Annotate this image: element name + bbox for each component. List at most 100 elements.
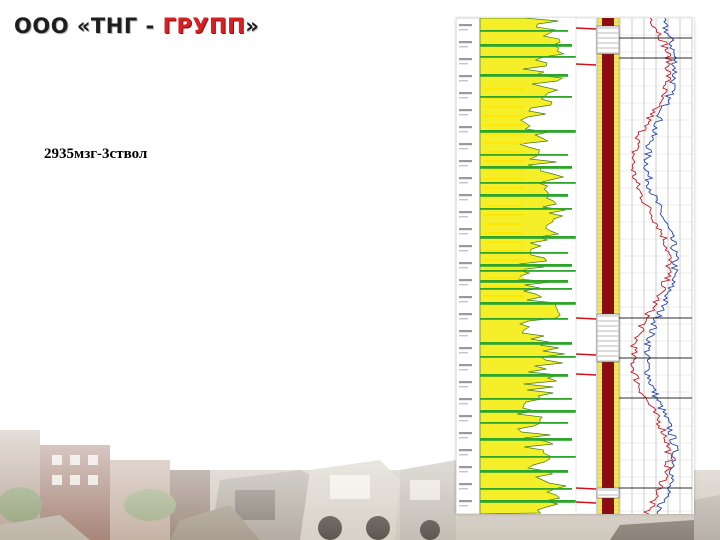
depth-mark [459,177,472,180]
depth-mark [459,250,468,252]
presentation-slide: ООО «ТНГ - ГРУПП » 2935мзг-3ствол [0,0,720,540]
reservoir-band [480,166,572,169]
reservoir-band [480,438,572,441]
lithology-stripe [484,160,524,162]
depth-mark [459,80,468,82]
depth-mark [459,92,472,95]
reservoir-band [480,30,568,32]
depth-mark [459,466,472,469]
casing-column [602,18,614,514]
depth-mark [459,165,468,167]
reservoir-band [480,96,572,98]
depth-mark [459,63,468,65]
lithology-stripe [484,142,524,144]
lithology-stripe [484,286,524,288]
reservoir-band [480,500,576,503]
lithology-stripe [484,124,524,126]
depth-mark [459,143,472,146]
depth-mark [459,75,472,78]
depth-mark [459,245,472,248]
curve-spike [575,501,597,504]
depth-mark [459,58,472,61]
depth-mark [459,420,468,422]
lithology-stripe [484,133,524,135]
lithology-stripe [484,232,524,234]
lithology-stripe [484,250,524,252]
reservoir-band [480,194,568,197]
well-log-graphic [456,18,693,514]
depth-mark [459,483,472,486]
curve-spike [575,487,597,490]
curve-track [575,18,597,514]
depth-mark [459,364,472,367]
reservoir-band [480,342,572,345]
curve-spike [575,373,597,376]
depth-mark [459,386,468,388]
depth-mark [459,301,468,303]
depth-mark [459,335,468,337]
depth-mark [459,182,468,184]
lithology-stripe [484,169,524,171]
reservoir-band [480,374,568,377]
depth-mark [459,194,472,197]
reservoir-band [480,280,568,283]
reservoir-band [480,208,572,210]
depth-mark [459,500,472,503]
depth-mark [459,449,472,452]
reservoir-band [480,410,576,413]
lithology-stripe [484,241,524,243]
depth-mark [459,415,472,418]
lithology-stripe [484,277,524,279]
depth-mark [459,403,468,405]
depth-mark [459,296,472,299]
depth-mark [459,369,468,371]
curve-spike [575,27,597,30]
logo-suffix: » [245,14,260,38]
reservoir-band [480,74,568,77]
lithology-stripe [484,88,524,90]
depth-mark [459,381,472,384]
lithology-stripe [484,223,524,225]
reservoir-band [480,456,576,458]
reservoir-band [480,264,572,267]
depth-mark [459,24,472,27]
depth-mark [459,211,472,214]
depth-mark [459,199,468,201]
reservoir-band [480,182,576,184]
depth-mark [459,318,468,320]
depth-mark [459,233,468,235]
well-log-image [456,18,694,514]
lithology-stripe [484,187,524,189]
reservoir-band [480,44,572,47]
company-logo: ООО «ТНГ - ГРУПП » [14,14,259,38]
depth-mark [459,216,468,218]
depth-mark [459,437,468,439]
depth-mark [459,330,472,333]
reservoir-band [480,270,576,272]
reservoir-band [480,130,576,133]
depth-mark [459,262,472,265]
reservoir-band [480,398,572,400]
depth-mark [459,228,472,231]
reservoir-band [480,318,568,320]
depth-mark [459,313,472,316]
depth-mark [459,131,468,133]
curve-spike [575,317,597,320]
depth-mark [459,471,468,473]
casing-gap [596,25,620,55]
depth-mark [459,398,472,401]
lithology-stripe [484,151,524,153]
reservoir-band [480,56,576,58]
casing-gap [596,487,620,499]
lithology-stripe [484,268,524,270]
lithology-stripe [484,259,524,261]
reservoir-band [480,154,568,156]
reservoir-band [480,252,568,254]
depth-mark [459,126,472,129]
lithology-stripe [484,214,524,216]
depth-mark [459,347,472,350]
depth-mark [459,505,468,507]
lithology-stripe [484,115,524,117]
depth-mark [459,352,468,354]
curve-spike [575,63,597,66]
